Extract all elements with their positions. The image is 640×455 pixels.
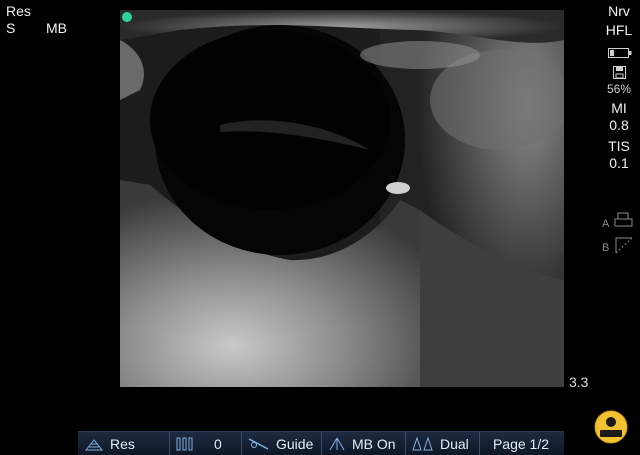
size-label: S	[6, 20, 16, 36]
depth-scale: 3.3	[569, 374, 589, 390]
battery-icon	[608, 45, 632, 63]
tis-label: TIS	[608, 138, 630, 154]
preset-label: Nrv	[608, 3, 630, 19]
mb-button[interactable]: MB On	[322, 432, 406, 455]
gain-button[interactable]: 0	[170, 432, 242, 455]
guide-label: Guide	[276, 435, 314, 452]
mb-label-button: MB On	[352, 435, 396, 452]
res-button[interactable]: Res	[78, 432, 170, 455]
mi-label: MI	[611, 100, 627, 116]
transducer-label: HFL	[605, 22, 633, 38]
gain-bars-icon	[176, 437, 194, 451]
orientation-marker	[122, 12, 132, 22]
mb-label: MB	[46, 20, 67, 36]
guide-button[interactable]: Guide	[242, 432, 322, 455]
needle-guide-icon	[248, 437, 270, 451]
page-button[interactable]: Page 1/2	[480, 432, 562, 455]
resolution-label: Res	[6, 3, 31, 19]
printer-icon[interactable]	[614, 212, 634, 233]
transducer-res-icon	[84, 437, 104, 451]
mi-value: 0.8	[609, 117, 629, 133]
res-label: Res	[110, 435, 135, 452]
dual-icon	[412, 436, 434, 451]
storage-percent: 56%	[606, 82, 632, 96]
pocus-atlas-logo	[594, 410, 628, 444]
page-label: Page 1/2	[492, 435, 550, 452]
dual-label: Dual	[440, 435, 469, 452]
marker-b-label: B	[602, 242, 610, 254]
tis-value: 0.1	[609, 155, 629, 171]
ultrasound-image[interactable]	[120, 10, 564, 387]
control-toolbar: Res 0 Guide MB On Dual Page 1/2	[78, 431, 564, 455]
mb-beam-icon	[328, 437, 346, 451]
gain-value: 0	[214, 435, 222, 452]
marker-a-label: A	[602, 218, 610, 230]
export-icon[interactable]	[614, 236, 634, 259]
dual-button[interactable]: Dual	[406, 432, 480, 455]
